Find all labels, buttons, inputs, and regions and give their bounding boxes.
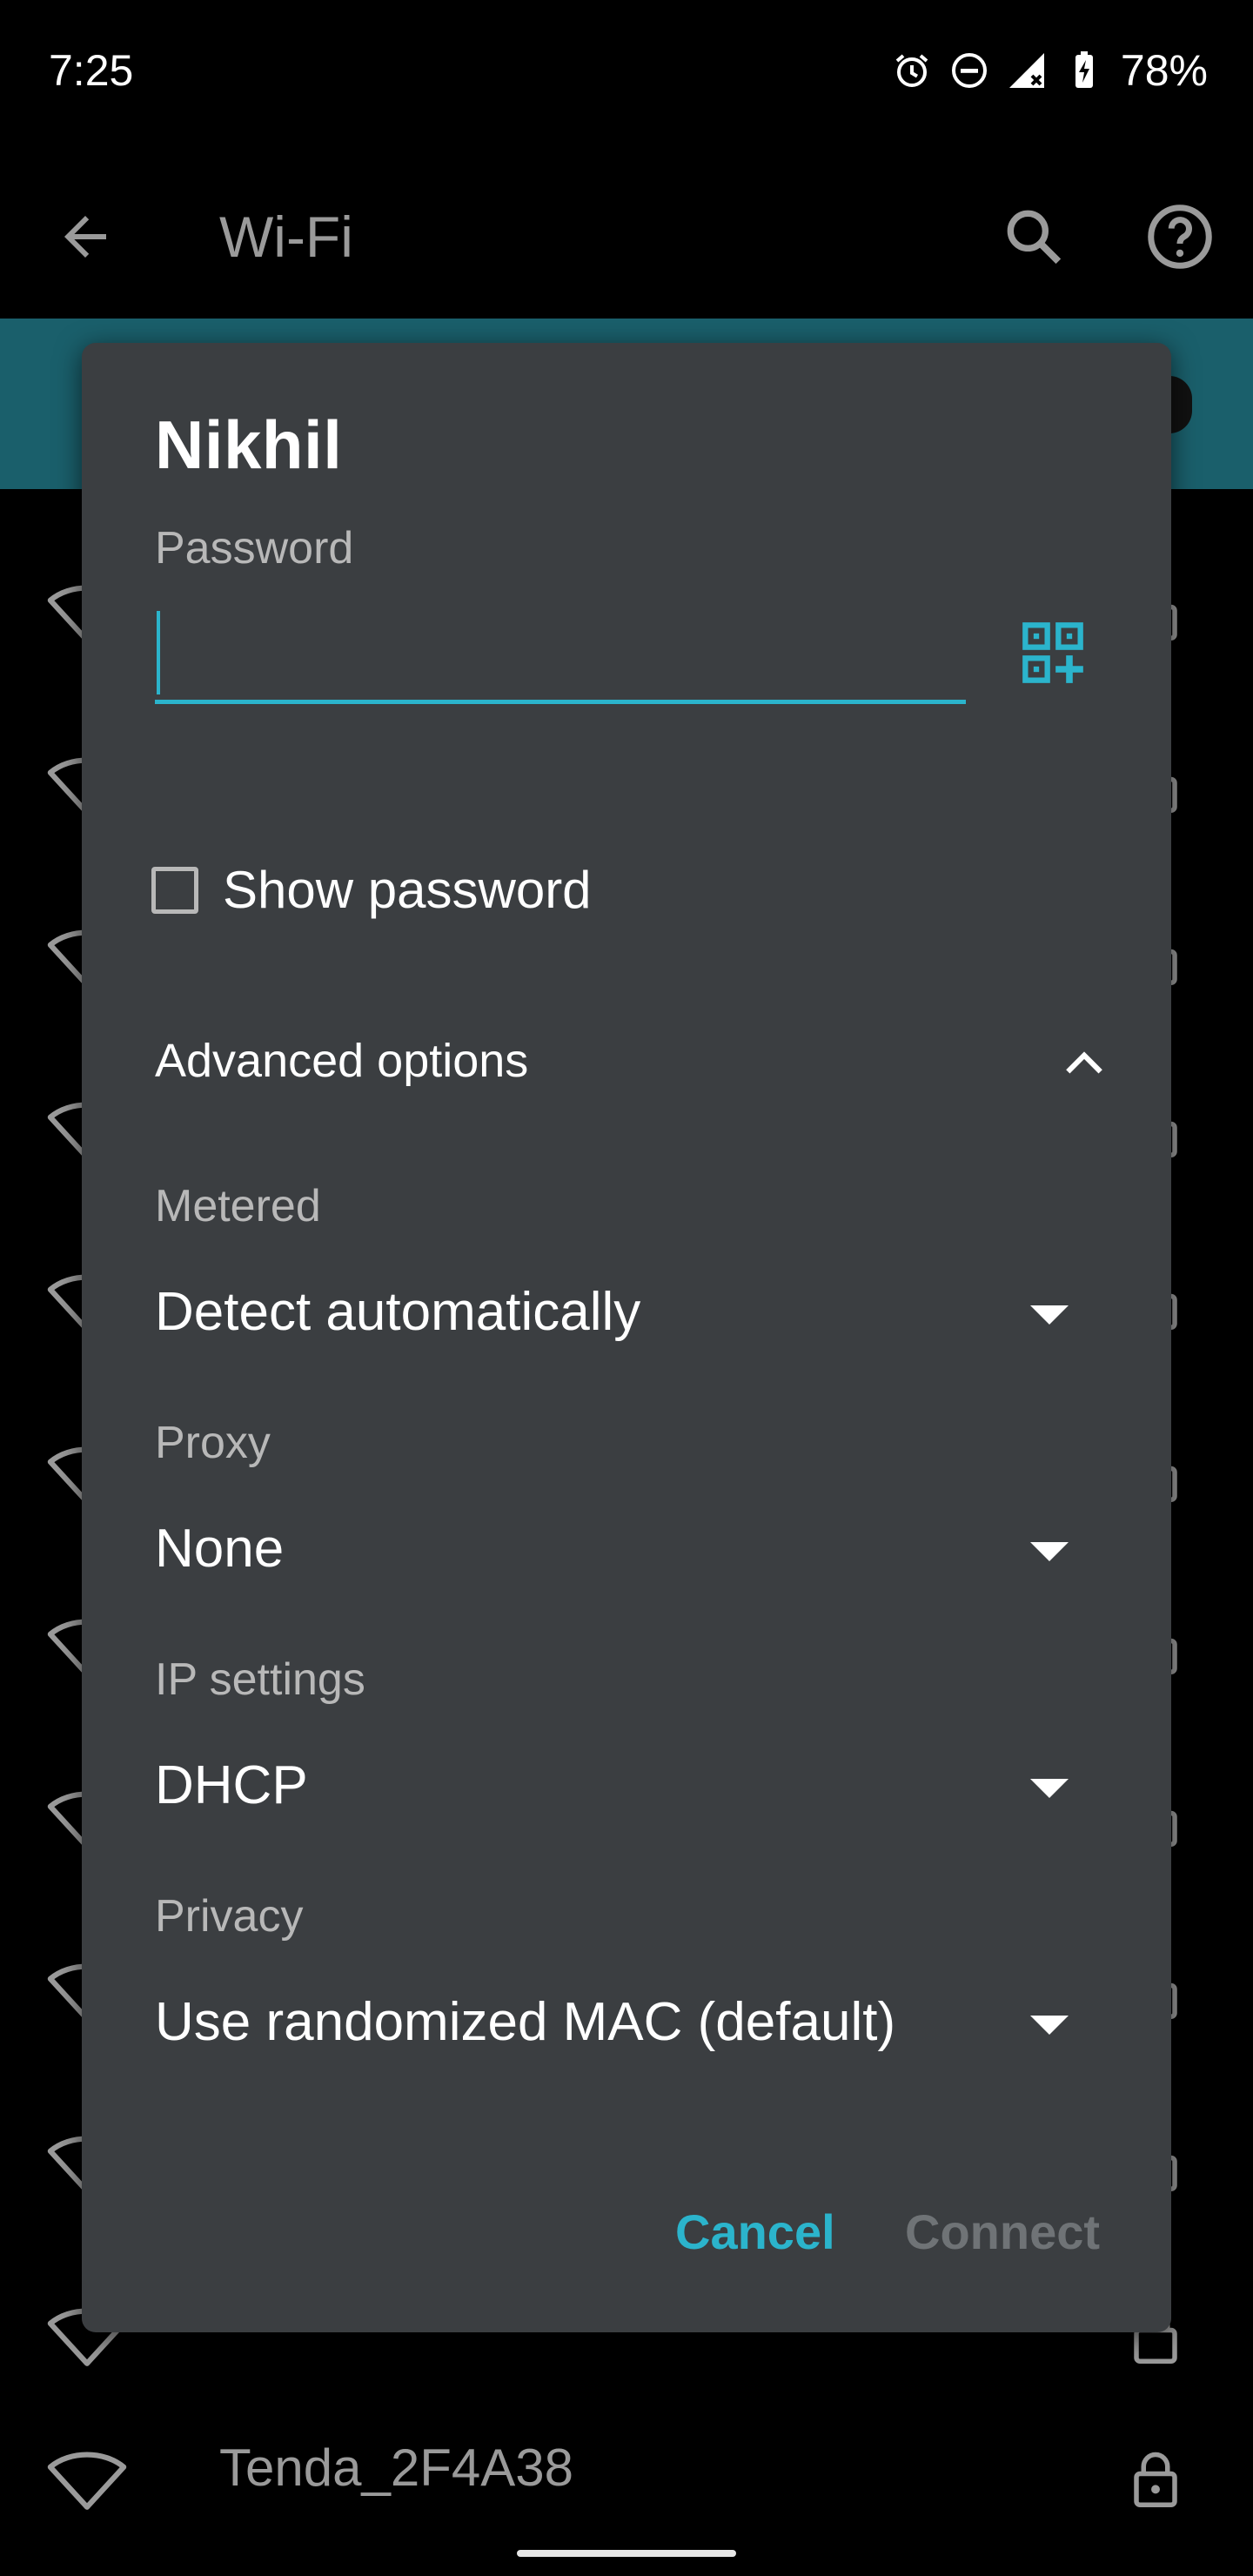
proxy-label: Proxy (155, 1418, 271, 1468)
chevron-up-icon[interactable] (1060, 1039, 1109, 1088)
privacy-label: Privacy (155, 1891, 304, 1942)
advanced-options-label[interactable]: Advanced options (155, 1034, 528, 1088)
app-bar: Wi-Fi (0, 153, 1253, 319)
wifi-connect-dialog: Nikhil Password Show password Advanced o… (82, 343, 1171, 2332)
dialog-title: Nikhil (155, 406, 343, 483)
dropdown-arrow-icon[interactable] (1030, 1779, 1069, 1798)
signal-icon (1008, 53, 1044, 88)
password-input[interactable] (155, 602, 966, 704)
dropdown-arrow-icon[interactable] (1030, 1305, 1069, 1325)
help-icon[interactable] (1143, 200, 1216, 273)
metered-select[interactable]: Detect automatically (155, 1281, 640, 1343)
connect-button[interactable]: Connect (905, 2204, 1100, 2260)
dropdown-arrow-icon[interactable] (1030, 2016, 1069, 2035)
network-name: Tenda_2F4A38 (219, 2438, 573, 2497)
battery-charging-icon (1075, 51, 1093, 88)
page-title: Wi-Fi (219, 205, 353, 269)
text-cursor (157, 611, 160, 694)
qr-code-scan-icon[interactable] (1020, 620, 1086, 686)
privacy-select[interactable]: Use randomized MAC (default) (155, 1991, 895, 2053)
back-arrow-icon[interactable] (54, 205, 117, 268)
ip-settings-select[interactable]: DHCP (155, 1754, 308, 1816)
cancel-button[interactable]: Cancel (675, 2204, 835, 2260)
status-time: 7:25 (49, 46, 134, 95)
show-password-label: Show password (223, 861, 592, 919)
network-row[interactable]: Tenda_2F4A38 (0, 2398, 1253, 2570)
do-not-disturb-icon (951, 53, 987, 88)
status-icons: 78% (891, 45, 1208, 96)
gesture-nav-handle[interactable] (517, 2550, 736, 2557)
password-label: Password (155, 523, 354, 574)
metered-label: Metered (155, 1181, 321, 1231)
show-password-row[interactable]: Show password (151, 860, 592, 920)
battery-percent: 78% (1120, 46, 1208, 95)
alarm-icon (895, 54, 928, 87)
lock-icon (1134, 2452, 1177, 2507)
wifi-signal-icon (47, 2452, 127, 2510)
dropdown-arrow-icon[interactable] (1030, 1542, 1069, 1561)
status-bar: 7:25 78% (0, 0, 1253, 153)
proxy-select[interactable]: None (155, 1518, 284, 1580)
show-password-checkbox[interactable] (151, 866, 198, 914)
ip-settings-label: IP settings (155, 1654, 365, 1705)
search-icon[interactable] (999, 202, 1069, 272)
